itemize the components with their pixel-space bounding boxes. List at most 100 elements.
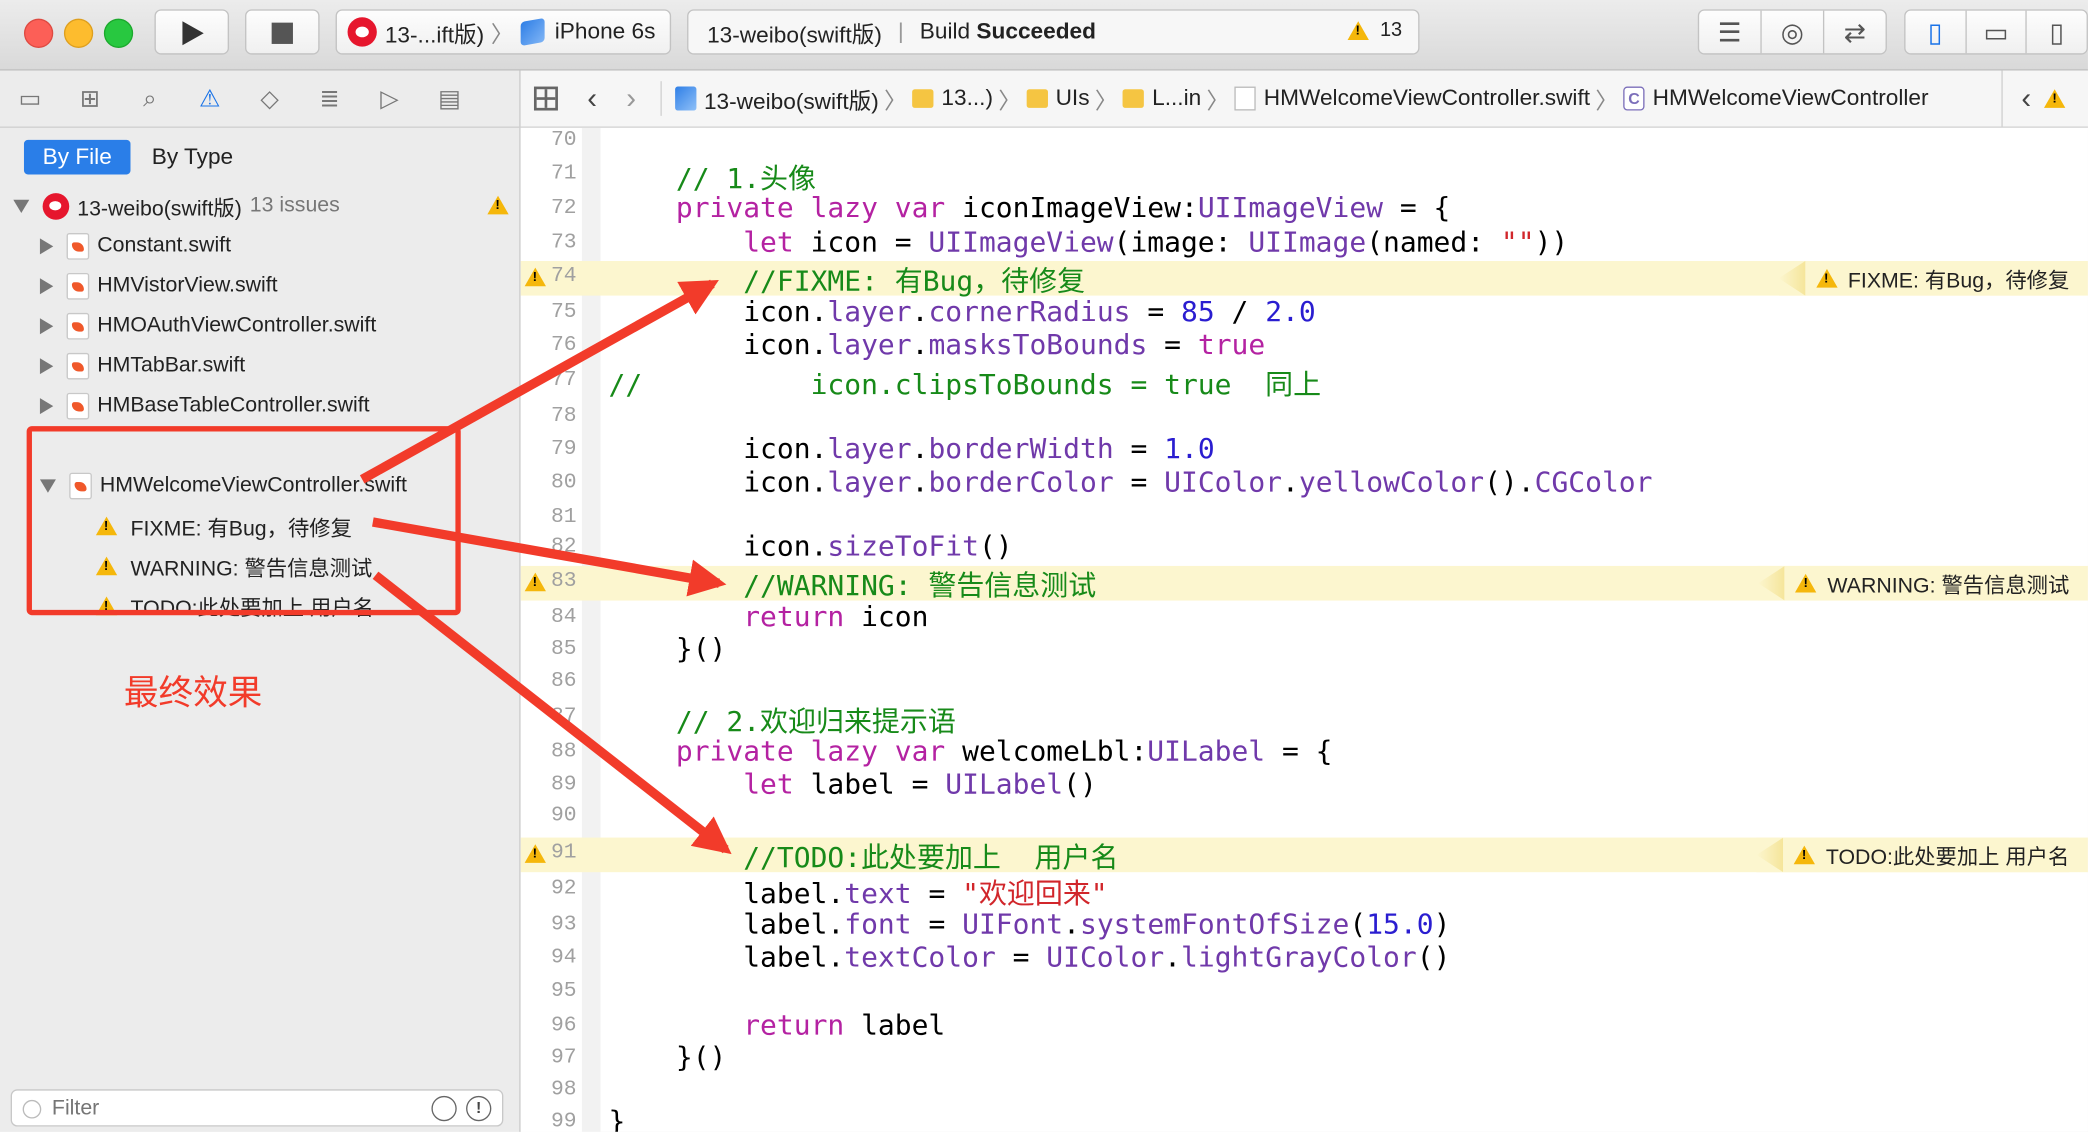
code-line: 84 return icon bbox=[521, 601, 2088, 637]
line-number: 71 bbox=[551, 160, 577, 185]
file-row[interactable]: HMOAuthViewController.swift bbox=[0, 306, 559, 346]
line-number: 98 bbox=[551, 1077, 577, 1102]
filter-input[interactable] bbox=[49, 1095, 415, 1123]
disclosure-closed-icon[interactable] bbox=[39, 278, 54, 295]
debug-navigator-icon[interactable]: ≣ bbox=[300, 85, 360, 113]
code-token: } bbox=[608, 1105, 626, 1132]
code-token: layer bbox=[827, 295, 912, 328]
symbol-navigator-icon[interactable]: ⊞ bbox=[60, 85, 120, 113]
file-row[interactable]: HMTabBar.swift bbox=[0, 346, 559, 386]
folder-icon[interactable]: ▭ bbox=[0, 85, 60, 113]
code-line: 93 label.font = UIFont.systemFontOfSize(… bbox=[521, 908, 2088, 944]
close-window-button[interactable] bbox=[23, 18, 54, 48]
code-token: () bbox=[1063, 768, 1097, 801]
code-token: font bbox=[844, 908, 912, 941]
stop-button[interactable] bbox=[245, 9, 320, 55]
warning-icon[interactable] bbox=[524, 267, 546, 287]
code-token: cornerRadius bbox=[928, 295, 1131, 328]
crumb-project[interactable]: 13-weibo(swift版) bbox=[704, 82, 879, 115]
code-token: welcomeLbl: bbox=[945, 735, 1148, 768]
code-text: label.textColor = UIColor.lightGrayColor… bbox=[609, 941, 1450, 974]
warning-icon bbox=[1793, 845, 1816, 865]
line-number: 85 bbox=[551, 636, 577, 661]
code-text: icon.layer.borderWidth = 1.0 bbox=[609, 433, 1214, 465]
breakpoint-navigator-icon[interactable]: ▷ bbox=[360, 85, 420, 113]
recent-filter-icon[interactable] bbox=[431, 1095, 457, 1122]
crumb-login[interactable]: L...in bbox=[1152, 85, 1201, 112]
code-text: //WARNING: 警告信息测试 bbox=[609, 565, 1096, 605]
scheme-selector[interactable]: 13-...ift版) 〉 iPhone 6s bbox=[335, 9, 672, 55]
code-token: . bbox=[1164, 941, 1182, 974]
disclosure-closed-icon[interactable] bbox=[39, 398, 54, 415]
minimize-window-button[interactable] bbox=[63, 18, 94, 48]
code-token: UIImageView bbox=[1197, 191, 1384, 224]
crumb-class[interactable]: HMWelcomeViewController bbox=[1653, 85, 1929, 112]
by-type-tab[interactable]: By Type bbox=[130, 140, 254, 175]
line-number: 78 bbox=[551, 403, 577, 428]
source-editor[interactable]: 70 71 // 1.头像 72 private lazy var iconImag… bbox=[520, 127, 2088, 1132]
navigator-toggle-icon[interactable]: ▯ bbox=[1906, 10, 1967, 54]
warning-icon[interactable] bbox=[2044, 89, 2066, 108]
code-token: = { bbox=[1265, 735, 1333, 768]
folder-icon bbox=[1026, 89, 1048, 108]
test-navigator-icon[interactable]: ◇ bbox=[240, 85, 300, 113]
version-editor-icon[interactable]: ⇄ bbox=[1824, 11, 1885, 54]
issue-badge[interactable]: WARNING: 警告信息测试 bbox=[1758, 565, 2070, 601]
code-text: private lazy var iconImageView:UIImageVi… bbox=[609, 191, 1450, 224]
code-line: 92 label.text = "欢迎回来" bbox=[521, 874, 2088, 909]
disclosure-open-icon[interactable] bbox=[13, 199, 30, 214]
code-token: // 1.头像 bbox=[608, 161, 817, 194]
view-toggle-control: ▯ ▭ ▯ bbox=[1904, 9, 2088, 55]
file-row[interactable]: Constant.swift bbox=[0, 226, 559, 266]
utilities-toggle-icon[interactable]: ▯ bbox=[2027, 11, 2086, 54]
project-row[interactable]: 13-weibo(swift版) 13 issues bbox=[0, 186, 533, 226]
code-line: 95 bbox=[521, 976, 2088, 1011]
zoom-window-button[interactable] bbox=[103, 18, 134, 48]
run-button[interactable] bbox=[154, 9, 230, 55]
warning-icon[interactable] bbox=[524, 572, 546, 592]
forward-arrow-icon[interactable]: › bbox=[626, 81, 636, 116]
assistant-editor-icon[interactable]: ◎ bbox=[1762, 10, 1825, 54]
project-icon bbox=[674, 86, 696, 111]
search-icon[interactable]: ⌕ bbox=[120, 85, 180, 113]
code-line: 85 }() bbox=[521, 633, 2088, 669]
warning-count-button[interactable]: 13 bbox=[1347, 18, 1403, 42]
chevron-right-icon: 〉 bbox=[1206, 88, 1230, 114]
disclosure-closed-icon[interactable] bbox=[39, 238, 54, 255]
standard-editor-icon[interactable]: ☰ bbox=[1699, 10, 1762, 54]
disclosure-closed-icon[interactable] bbox=[39, 318, 54, 335]
report-navigator-icon[interactable]: ▤ bbox=[419, 85, 479, 113]
issue-stepper: ‹ bbox=[2001, 70, 2088, 127]
warning-count: 13 bbox=[1379, 18, 1403, 42]
code-token: lightGrayColor bbox=[1181, 941, 1417, 974]
issue-badge-text: FIXME: 有Bug，待修复 bbox=[1847, 270, 2070, 293]
disclosure-closed-icon[interactable] bbox=[39, 358, 54, 375]
crumb-file[interactable]: HMWelcomeViewController.swift bbox=[1264, 85, 1590, 112]
warning-icon[interactable] bbox=[524, 844, 546, 863]
code-line: 80 icon.layer.borderColor = UIColor.yell… bbox=[521, 466, 2088, 502]
warning-icon bbox=[1795, 573, 1817, 593]
issue-badge[interactable]: FIXME: 有Bug，待修复 bbox=[1778, 260, 2070, 296]
crumb-group[interactable]: 13...) bbox=[941, 85, 993, 112]
simulator-device-icon bbox=[520, 17, 545, 47]
code-line: 73 let icon = UIImageView(image: UIImage… bbox=[521, 226, 2088, 263]
activity-project: 13-weibo(swift版) bbox=[707, 21, 882, 48]
code-token: 85 bbox=[1181, 295, 1215, 328]
code-token: / bbox=[1214, 295, 1266, 328]
issue-badge[interactable]: TODO:此处要加上 用户名 bbox=[1756, 837, 2070, 873]
file-row[interactable]: HMBaseTableController.swift bbox=[0, 386, 559, 426]
code-line-with-issue: 83 //WARNING: 警告信息测试WARNING: 警告信息测试 bbox=[520, 565, 2088, 602]
issues-only-filter-icon[interactable]: ! bbox=[466, 1095, 492, 1122]
line-number: 90 bbox=[551, 802, 577, 827]
file-row[interactable]: HMVistorView.swift bbox=[0, 266, 559, 306]
previous-issue-icon[interactable]: ‹ bbox=[2021, 81, 2031, 116]
related-items-icon[interactable] bbox=[533, 86, 558, 111]
by-file-tab[interactable]: By File bbox=[23, 139, 131, 175]
chevron-right-icon: 〉 bbox=[1595, 88, 1618, 114]
debug-area-toggle-icon[interactable]: ▭ bbox=[1966, 10, 2028, 54]
line-number: 79 bbox=[551, 436, 577, 461]
code-token: . bbox=[1063, 908, 1080, 941]
crumb-uis[interactable]: UIs bbox=[1056, 85, 1090, 112]
back-arrow-icon[interactable]: ‹ bbox=[587, 81, 597, 116]
issue-navigator-icon[interactable]: ⚠ bbox=[180, 85, 240, 113]
